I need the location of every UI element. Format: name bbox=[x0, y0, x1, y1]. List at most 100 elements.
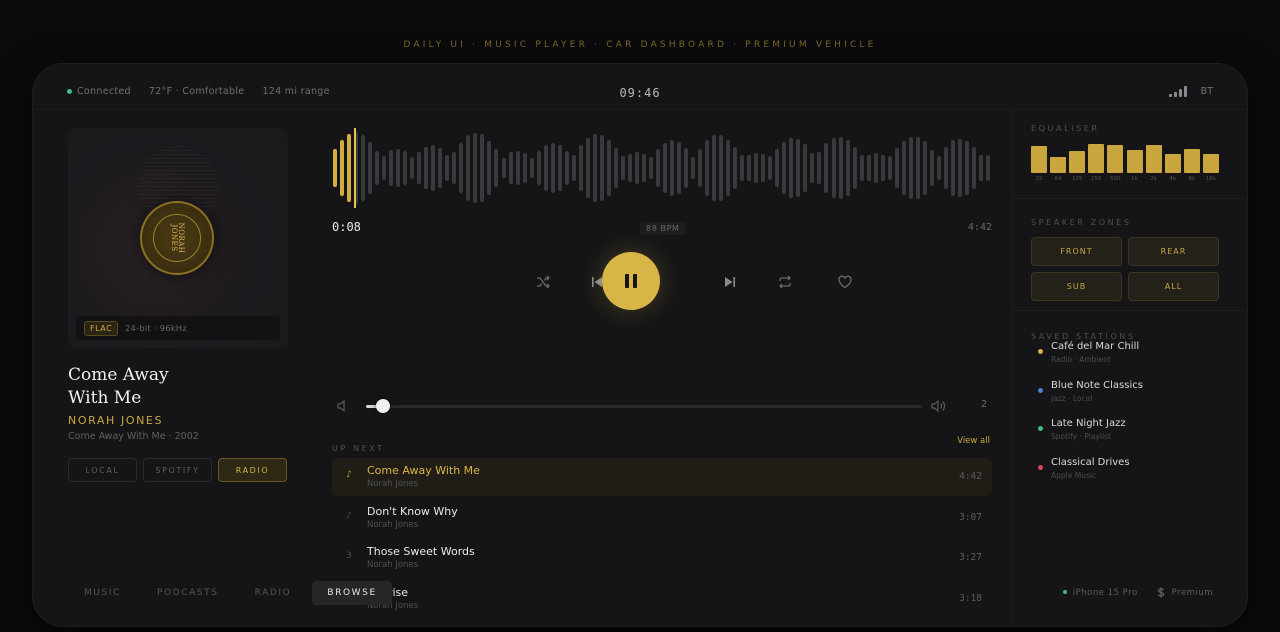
queue-row[interactable]: 3 Those Sweet Words Norah Jones 3:27 bbox=[332, 539, 992, 577]
zone-front-button[interactable]: FRONT bbox=[1031, 237, 1122, 266]
eq-band-2k[interactable] bbox=[1145, 144, 1162, 173]
waveform-bar bbox=[396, 148, 401, 188]
station-item[interactable]: Café del Mar Chill Radio · Ambient bbox=[1031, 341, 1231, 380]
eq-band-4k[interactable] bbox=[1164, 153, 1181, 173]
favorite-button[interactable] bbox=[835, 272, 855, 292]
eq-band-16k[interactable] bbox=[1202, 154, 1219, 173]
station-item[interactable]: Blue Note Classics Jazz · Local bbox=[1031, 380, 1231, 419]
track-duration: 4:42 bbox=[967, 222, 992, 233]
nav-music[interactable]: MUSIC bbox=[69, 581, 136, 605]
player-panel: 0:08 88 BPM 4:42 2 UP NEXT View all ♪ Co… bbox=[332, 128, 992, 611]
waveform-bar bbox=[340, 140, 345, 196]
nav-browse[interactable]: BROWSE bbox=[312, 581, 392, 605]
audio-quality-bar: FLAC 24-bit · 96kHz bbox=[76, 316, 280, 340]
eq-frequency-label: 16k bbox=[1205, 176, 1216, 182]
volume-slider[interactable] bbox=[366, 405, 922, 408]
waveform-bar bbox=[663, 143, 667, 193]
waveform-bar bbox=[894, 148, 899, 188]
playhead[interactable] bbox=[354, 128, 357, 208]
waveform-bar bbox=[627, 154, 632, 182]
waveform-bar bbox=[648, 156, 653, 180]
waveform-bar bbox=[347, 133, 352, 203]
eq-band-250[interactable] bbox=[1088, 143, 1105, 173]
waveform-bar bbox=[501, 157, 506, 179]
waveform-bar bbox=[887, 155, 892, 181]
eq-band-32[interactable] bbox=[1031, 145, 1047, 173]
eq-frequency-label: 1k bbox=[1131, 176, 1138, 182]
equaliser-bars[interactable] bbox=[1031, 141, 1221, 173]
volume-knob[interactable] bbox=[376, 399, 391, 413]
status-bar: Connected 72°F · Comfortable 124 mi rang… bbox=[33, 64, 1247, 110]
eq-band-64[interactable] bbox=[1050, 157, 1067, 173]
eq-band-1k[interactable] bbox=[1126, 149, 1143, 173]
waveform-bar bbox=[599, 134, 604, 202]
station-subtitle: Jazz · Local bbox=[1051, 393, 1093, 403]
waveform-bar bbox=[929, 149, 934, 187]
connected-device: iPhone 15 Pro bbox=[1062, 588, 1138, 598]
waveform-bar bbox=[936, 156, 941, 180]
queue-row[interactable]: ♪ Don't Know Why Norah Jones 3:07 bbox=[332, 499, 992, 537]
waveform-bar bbox=[775, 148, 780, 188]
station-color-dot bbox=[1038, 387, 1043, 393]
waveform-bar bbox=[677, 141, 682, 195]
waveform-bar bbox=[620, 155, 625, 181]
station-color-dot bbox=[1038, 464, 1043, 470]
waveform-bar bbox=[571, 155, 576, 181]
waveform-bar bbox=[550, 142, 555, 194]
waveform-bar bbox=[361, 135, 366, 201]
track-title: Come Away With Me bbox=[367, 464, 480, 477]
volume-high-icon bbox=[931, 399, 946, 413]
zone-all-button[interactable]: ALL bbox=[1128, 272, 1219, 301]
nav-radio[interactable]: RADIO bbox=[240, 581, 307, 605]
waveform-bar bbox=[908, 136, 913, 200]
waveform-bar bbox=[754, 152, 759, 184]
waveform-bar bbox=[985, 155, 990, 181]
waveform-bar bbox=[852, 146, 857, 189]
eq-band-8k[interactable] bbox=[1183, 149, 1200, 173]
zone-sub-button[interactable]: SUB bbox=[1031, 272, 1122, 301]
track-title: Don't Know Why bbox=[367, 504, 458, 518]
eq-frequency-label: 500 bbox=[1110, 176, 1121, 182]
waveform-bar bbox=[557, 144, 562, 192]
waveform-bar bbox=[606, 139, 611, 197]
source-radio-button[interactable]: RADIO bbox=[218, 458, 287, 482]
station-item[interactable]: Classical Drives Apple Music bbox=[1031, 457, 1231, 496]
track-number: ♪ bbox=[346, 510, 352, 521]
waveform-bar bbox=[473, 132, 478, 204]
pause-button[interactable] bbox=[602, 252, 660, 310]
source-local-button[interactable]: LOCAL bbox=[68, 458, 137, 482]
view-all-link[interactable]: View all bbox=[957, 436, 990, 446]
waveform-bar bbox=[726, 139, 731, 197]
audio-settings-panel: EQUALISER 32 64 125 250 500 1k 2k 4k 8k 16k SPEAK… bbox=[1012, 110, 1247, 626]
up-next-header: UP NEXT View all bbox=[332, 436, 992, 455]
waveform-bar bbox=[712, 135, 717, 201]
waveform-bar bbox=[810, 153, 815, 183]
station-item[interactable]: Late Night Jazz Spotify · Playlist bbox=[1031, 418, 1231, 457]
source-spotify-button[interactable]: SPOTIFY bbox=[143, 458, 212, 482]
waveform-scrubber[interactable] bbox=[332, 128, 992, 208]
volume-value: 2 bbox=[980, 399, 987, 410]
device-dot-icon bbox=[1062, 590, 1067, 594]
waveform-bar bbox=[529, 157, 534, 179]
waveform-bar bbox=[684, 147, 689, 189]
eq-band-500[interactable] bbox=[1107, 144, 1124, 173]
artist-name: NORAH JONES bbox=[68, 414, 164, 427]
shuffle-button[interactable] bbox=[533, 272, 553, 292]
waveform-bar bbox=[957, 138, 962, 198]
track-time: 3:27 bbox=[959, 552, 982, 563]
waveform-bar bbox=[670, 140, 675, 196]
next-button[interactable] bbox=[720, 272, 740, 292]
zone-rear-button[interactable]: REAR bbox=[1128, 237, 1219, 266]
waveform-bar bbox=[655, 149, 660, 187]
waveform-bar bbox=[417, 152, 422, 184]
waveform-bar bbox=[333, 149, 337, 187]
eq-band-125[interactable] bbox=[1069, 151, 1086, 173]
waveform-bar bbox=[543, 145, 548, 191]
nav-podcasts[interactable]: PODCASTS bbox=[142, 581, 234, 605]
waveform-bar bbox=[403, 151, 408, 185]
waveform-bar bbox=[782, 142, 787, 194]
repeat-button[interactable] bbox=[775, 272, 795, 292]
queue-row[interactable]: ♪ Come Away With Me Norah Jones 4:42 bbox=[332, 458, 992, 496]
song-title: Come Away With Me bbox=[68, 365, 169, 408]
waveform-bar bbox=[803, 144, 808, 192]
